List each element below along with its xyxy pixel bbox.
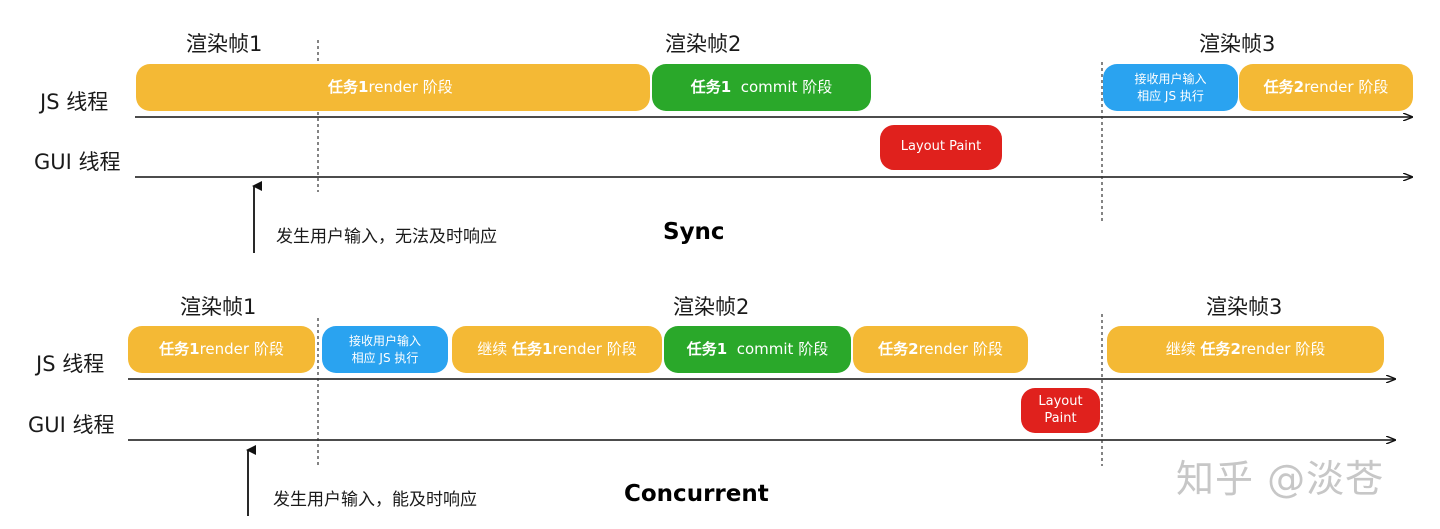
concurrent-task1-render-block: 任务1 render 阶段 — [128, 326, 315, 373]
sync-js-thread-label: JS 线程 — [40, 90, 109, 114]
sync-task1-render-block: 任务1 render 阶段 — [136, 64, 650, 111]
sync-frame-label-3: 渲染帧3 — [1199, 32, 1276, 56]
sync-frame-label-2: 渲染帧2 — [665, 32, 742, 56]
concurrent-frame-label-3: 渲染帧3 — [1206, 295, 1283, 319]
concurrent-layout-paint-block: Layout Paint — [1021, 388, 1100, 433]
sync-gui-thread-label: GUI 线程 — [34, 150, 121, 174]
concurrent-title: Concurrent — [624, 481, 769, 507]
concurrent-continue-task2-render-block: 继续 任务2 render 阶段 — [1107, 326, 1384, 373]
concurrent-frame-label-2: 渲染帧2 — [673, 295, 750, 319]
sync-title: Sync — [663, 219, 725, 245]
sync-task1-commit-block: 任务1 commit 阶段 — [652, 64, 871, 111]
concurrent-user-input-block: 接收用户输入 相应 JS 执行 — [322, 326, 448, 373]
sync-input-caption: 发生用户输入，无法及时响应 — [276, 227, 497, 247]
concurrent-continue-task1-render-block: 继续 任务1 render 阶段 — [452, 326, 662, 373]
concurrent-frame-label-1: 渲染帧1 — [180, 295, 257, 319]
sync-layout-paint-block: Layout Paint — [880, 125, 1002, 170]
concurrent-gui-thread-label: GUI 线程 — [28, 413, 115, 437]
concurrent-js-thread-label: JS 线程 — [36, 352, 105, 376]
concurrent-task2-render-block: 任务2 render 阶段 — [853, 326, 1028, 373]
sync-user-input-block: 接收用户输入 相应 JS 执行 — [1103, 64, 1238, 111]
concurrent-input-caption: 发生用户输入，能及时响应 — [273, 490, 477, 510]
concurrent-task1-commit-block: 任务1 commit 阶段 — [664, 326, 851, 373]
sync-task2-render-block: 任务2 render 阶段 — [1239, 64, 1413, 111]
watermark: 知乎 @淡苍 — [1176, 457, 1385, 501]
sync-frame-label-1: 渲染帧1 — [186, 32, 263, 56]
